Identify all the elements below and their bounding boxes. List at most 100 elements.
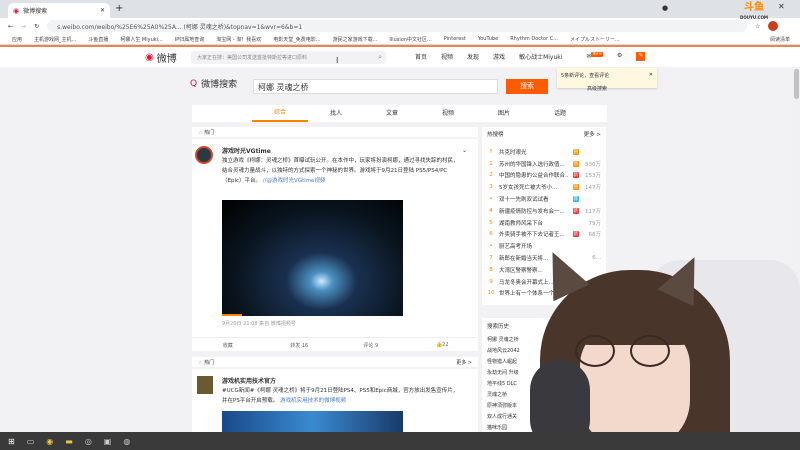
nav-profile[interactable]: 敏心战士Miyuki bbox=[519, 52, 562, 61]
bookmark[interactable]: Illusion中文社区... bbox=[389, 36, 431, 43]
trend-count: 153万 bbox=[585, 173, 601, 180]
nav-home[interactable]: 首页 bbox=[415, 52, 427, 61]
start-icon[interactable]: ⊞ bbox=[8, 437, 15, 446]
video-progress[interactable] bbox=[222, 314, 242, 316]
search-logo-icon: Q bbox=[190, 78, 198, 89]
header-nav: 首页 视频 发现 游戏 敏心战士Miyuki ✉99+ ⚙ ✎ bbox=[415, 52, 646, 61]
bookmark[interactable]: 阅读清单 bbox=[770, 36, 800, 43]
video-thumbnail[interactable] bbox=[222, 411, 403, 432]
bookmark[interactable]: Pinterest bbox=[444, 36, 466, 42]
author-avatar[interactable] bbox=[195, 146, 213, 164]
tab-articles[interactable]: 文章 bbox=[364, 105, 420, 122]
trend-item[interactable]: 5 湖南教师风采下台 79万 bbox=[487, 217, 601, 229]
bookmark[interactable]: 应用 bbox=[12, 36, 22, 43]
comment-button[interactable]: 评论 9 bbox=[335, 342, 407, 349]
glasses-right bbox=[630, 335, 670, 367]
task-view-icon[interactable]: ▭ bbox=[27, 437, 35, 446]
weibo-logo[interactable]: ◉ 微博 bbox=[145, 50, 177, 65]
chevron-down-icon[interactable]: ⌄ bbox=[462, 147, 467, 154]
tab-users[interactable]: 找人 bbox=[308, 105, 364, 122]
trend-badge: 荐 bbox=[572, 196, 579, 203]
bookmark[interactable]: 斗鱼直播 bbox=[88, 36, 108, 43]
video-player[interactable] bbox=[222, 200, 403, 316]
trend-item[interactable]: • 双十一先刷双试试看 荐 bbox=[487, 193, 601, 205]
repost-button[interactable]: 转发 16 bbox=[264, 342, 336, 349]
search-title: Q 微博搜索 bbox=[190, 77, 237, 91]
author-name[interactable]: 游戏机实用技术官方 bbox=[222, 376, 276, 385]
nav-games[interactable]: 游戏 bbox=[493, 52, 505, 61]
url-input[interactable]: s.weibo.com/weibo/%25E6%25A0%25A... (柯娜 … bbox=[47, 20, 748, 32]
search-icon[interactable]: ⌕ bbox=[378, 53, 382, 62]
like-button[interactable]: 👍22 bbox=[407, 342, 479, 349]
nav-video[interactable]: 视频 bbox=[441, 52, 453, 61]
browser-tab[interactable]: ◉ 微博搜索 ✕ bbox=[8, 3, 110, 18]
steam-icon[interactable]: ◎ bbox=[85, 437, 92, 446]
bookmark[interactable]: 电影天堂_免费电影... bbox=[273, 36, 320, 43]
header-search-input[interactable]: 大家正在搜：美国公司发送首批特斯拉等进口原料 ⌕ bbox=[191, 51, 386, 64]
explorer-icon[interactable]: ▬ bbox=[65, 437, 73, 446]
tip-text[interactable]: 5条新评论，查看评论 bbox=[561, 73, 609, 79]
hot-search-title: 热搜榜 bbox=[487, 132, 504, 138]
bookmark[interactable]: Rhythm Doctor C... bbox=[510, 36, 558, 42]
compose-icon[interactable]: ✎ bbox=[636, 52, 646, 61]
trend-item[interactable]: 1 苏州的华国锋入选行政值... 热 330万 bbox=[487, 158, 601, 170]
app-icon[interactable]: ▣ bbox=[104, 437, 112, 446]
account-icon[interactable]: ● bbox=[662, 4, 668, 12]
more-link[interactable]: 更多 > bbox=[456, 359, 472, 366]
post-card: 游戏时光VGtime ⌄ 独立游戏《柯娜：灵魂之桥》首曝试玩公开。在本作中，玩家… bbox=[192, 139, 478, 351]
qq-icon[interactable]: ◍ bbox=[123, 437, 130, 446]
author-avatar[interactable] bbox=[197, 376, 213, 394]
close-window-icon[interactable]: ✕ bbox=[778, 2, 785, 11]
new-tab-button[interactable]: + bbox=[115, 3, 123, 14]
bookmark[interactable]: 淘宝网 - 淘！我喜欢 bbox=[216, 36, 261, 43]
trend-item[interactable]: 3 5岁女孩死亡被大爷小... 热 147万 bbox=[487, 181, 601, 193]
post-text: #UCG新闻#《柯娜 灵魂之桥》将于9月21日登陆PS4、PS5和Epic商城，… bbox=[222, 386, 462, 406]
trend-rank: 8 bbox=[489, 266, 493, 273]
hot-header-2: ☆ 热门 更多 > bbox=[192, 357, 478, 367]
post-link[interactable]: 游戏机实用技术的微博视频 bbox=[280, 398, 346, 404]
trend-rank: 7 bbox=[489, 255, 493, 262]
profile-avatar[interactable] bbox=[768, 21, 779, 31]
tab-comprehensive[interactable]: 综合 bbox=[252, 105, 308, 122]
message-icon[interactable]: ✉99+ bbox=[586, 52, 603, 61]
close-tip-icon[interactable]: ✕ bbox=[649, 72, 653, 78]
bookmark[interactable]: YouTube bbox=[478, 36, 498, 42]
star-icon[interactable]: ☆ bbox=[755, 23, 760, 30]
favorite-button[interactable]: 收藏 bbox=[192, 342, 264, 349]
nav-discover[interactable]: 发现 bbox=[467, 52, 479, 61]
author-name[interactable]: 游戏时光VGtime bbox=[222, 146, 271, 155]
main-search-input[interactable]: 柯娜 灵魂之桥 bbox=[253, 79, 498, 94]
trend-title: 双十一先刷双试试看 bbox=[499, 197, 549, 204]
bookmark[interactable]: メイプルストーリー... bbox=[570, 36, 620, 43]
scrollbar-thumb[interactable] bbox=[794, 69, 799, 99]
search-button[interactable]: 搜索 bbox=[506, 79, 548, 94]
trend-rank: 4 bbox=[489, 207, 493, 214]
more-link[interactable]: 更多 > bbox=[584, 130, 601, 138]
settings-icon[interactable]: ⚙ bbox=[617, 52, 622, 61]
bookmark[interactable]: 柯娜人生 Miyuki... bbox=[120, 36, 162, 43]
close-tab-icon[interactable]: ✕ bbox=[100, 7, 105, 14]
trend-item[interactable]: 4 新疆疫情防控与发布会一... 新 117万 bbox=[487, 205, 601, 217]
tab-images[interactable]: 图片 bbox=[476, 105, 532, 122]
trend-item[interactable]: ↑ 共克时艰光 热 bbox=[487, 146, 601, 158]
post-text: 独立游戏《柯娜：灵魂之桥》首曝试玩公开。在本作中，玩家将扮演柯娜，通过寻找失踪的… bbox=[222, 156, 462, 186]
hot-label: 热门 bbox=[204, 130, 215, 136]
trend-item[interactable]: 6 外卖骑手被不下去记者王... 新 68万 bbox=[487, 229, 601, 241]
advanced-search-link[interactable]: 高级搜索 bbox=[587, 85, 607, 92]
browser-tab-bar: ◉ 微博搜索 ✕ + ● ✕ bbox=[0, 0, 800, 18]
reload-icon[interactable]: ↻ bbox=[34, 23, 39, 30]
chrome-icon[interactable]: ◉ bbox=[46, 437, 53, 446]
forward-icon[interactable]: → bbox=[21, 23, 26, 30]
bookmark[interactable]: 主机游戏网_主机... bbox=[34, 36, 76, 43]
bookmark[interactable]: 游民之家游戏下载... bbox=[333, 36, 378, 43]
back-icon[interactable]: ← bbox=[8, 23, 13, 30]
bookmark[interactable]: IP归属地查询 bbox=[175, 36, 205, 43]
tab-topics[interactable]: 话题 bbox=[532, 105, 588, 122]
taskbar: ⊞ ▭ ◉ ▬ ◎ ▣ ◍ bbox=[0, 432, 800, 450]
trend-badge: 新 bbox=[572, 172, 579, 179]
trend-rank: 1 bbox=[489, 160, 493, 167]
trend-item[interactable]: 2 中国的隐患的公益合作联合... 新 153万 bbox=[487, 170, 601, 182]
tab-videos[interactable]: 视频 bbox=[420, 105, 476, 122]
watermark-text: 斗鱼 bbox=[743, 2, 764, 13]
post-link[interactable]: //@游戏时光VGtime视频 bbox=[263, 178, 326, 184]
